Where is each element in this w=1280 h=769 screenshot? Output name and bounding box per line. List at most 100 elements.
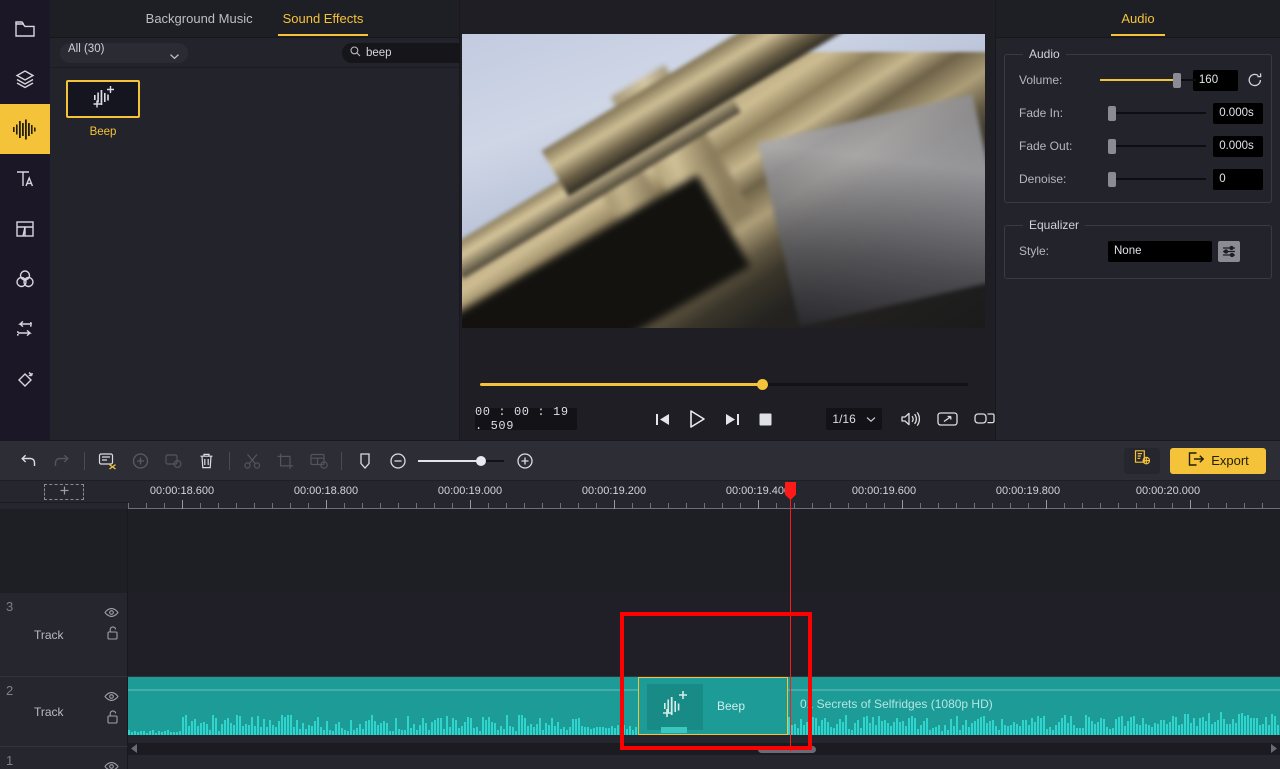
marker-button[interactable]: [348, 441, 381, 481]
text-icon: [12, 166, 38, 192]
layout-button[interactable]: [302, 441, 335, 481]
track-header-2[interactable]: 2 Track: [0, 677, 128, 747]
ruler-label: 00:00:19.000: [437, 485, 503, 497]
scroll-left-icon[interactable]: [131, 740, 138, 758]
color-circles-icon: [12, 266, 38, 292]
preview-panel: 00 : 00 : 19 . 509 1/16: [460, 0, 995, 440]
prev-frame-button[interactable]: [654, 412, 671, 427]
transport-buttons: [654, 409, 773, 429]
playback-rate-select[interactable]: 1/16: [826, 408, 882, 430]
redo-button[interactable]: [45, 441, 78, 481]
crop-button[interactable]: [269, 441, 302, 481]
snapshot-button[interactable]: [974, 411, 995, 427]
sidebar-item-audio[interactable]: [0, 104, 50, 154]
fade-in-row: Fade In: 0.000s: [1013, 102, 1264, 124]
fade-in-value[interactable]: 0.000s: [1213, 102, 1264, 124]
stop-button[interactable]: [758, 412, 773, 427]
volume-slider[interactable]: [1098, 69, 1197, 91]
unlock-icon[interactable]: [106, 626, 119, 645]
undo-button[interactable]: [12, 441, 45, 481]
lane-spacer[interactable]: [128, 509, 1280, 593]
volume-value[interactable]: 160: [1192, 69, 1238, 91]
sidebar-item-filters[interactable]: [0, 254, 50, 304]
next-frame-button[interactable]: [724, 412, 741, 427]
sidebar-item-media-library[interactable]: [0, 4, 50, 54]
equalizer-style-select[interactable]: None: [1108, 240, 1212, 262]
player-controls: 00 : 00 : 19 . 509 1/16: [460, 403, 995, 435]
tab-sound-effects[interactable]: Sound Effects: [277, 3, 369, 36]
ruler-label: 00:00:20.000: [1135, 485, 1201, 497]
fade-in-slider[interactable]: [1107, 102, 1208, 124]
fade-out-slider-handle[interactable]: [1107, 139, 1116, 154]
zoom-out-button[interactable]: [381, 441, 414, 481]
category-filter[interactable]: All (30): [60, 42, 188, 63]
reset-icon[interactable]: [1247, 72, 1263, 88]
lane-track-2[interactable]: 01 Secrets of Selfridges (1080p HD) Beep: [128, 677, 1280, 747]
timeline-zoom-slider[interactable]: [418, 441, 504, 481]
fade-in-label: Fade In:: [1019, 106, 1064, 120]
eye-icon[interactable]: [104, 605, 119, 623]
search-input[interactable]: [366, 46, 470, 59]
sidebar-item-motion[interactable]: [0, 354, 50, 404]
project-settings-button[interactable]: [1124, 447, 1160, 474]
category-filter-value[interactable]: All (30): [60, 42, 188, 63]
timeline-body: 3 Track 2 Track 1 01 Secrets of Selfridg…: [0, 509, 1280, 769]
denoise-slider-handle[interactable]: [1107, 172, 1116, 187]
search-box[interactable]: [342, 42, 476, 63]
sidebar-item-effects[interactable]: [0, 54, 50, 104]
asset-thumbnail[interactable]: [66, 80, 140, 118]
play-button[interactable]: [688, 409, 707, 429]
denoise-slider[interactable]: [1107, 168, 1208, 190]
fullscreen-button[interactable]: [937, 411, 958, 427]
left-icon-rail: [0, 0, 50, 440]
fade-out-slider[interactable]: [1107, 135, 1208, 157]
video-preview[interactable]: [462, 34, 985, 328]
volume-button[interactable]: [900, 411, 921, 427]
ruler-label: 00:00:19.400: [725, 485, 791, 497]
fade-in-slider-handle[interactable]: [1107, 106, 1116, 121]
eye-icon[interactable]: [104, 759, 119, 769]
lane-track-3[interactable]: [128, 593, 1280, 677]
asset-item-beep[interactable]: Beep: [64, 80, 142, 138]
volume-slider-handle[interactable]: [1173, 73, 1182, 88]
export-button[interactable]: Export: [1170, 447, 1266, 474]
duplicate-button[interactable]: [157, 441, 190, 481]
ruler-label: 00:00:18.600: [149, 485, 215, 497]
add-track-button[interactable]: [44, 484, 84, 500]
eye-icon[interactable]: [104, 689, 119, 707]
sidebar-item-split-screen[interactable]: [0, 204, 50, 254]
beep-clip-label: Beep: [717, 699, 746, 713]
volume-label: Volume:: [1019, 73, 1063, 87]
sidebar-item-titles[interactable]: [0, 154, 50, 204]
timeline-hscrollbar[interactable]: [128, 743, 1280, 755]
split-button[interactable]: [236, 441, 269, 481]
split-screen-icon: [12, 216, 38, 242]
timeline-ruler[interactable]: 00:00:18.600 00:00:18.800 00:00:19.000 0…: [128, 481, 1280, 509]
zoom-in-button[interactable]: [508, 441, 541, 481]
toolbar-separator-3: [341, 451, 342, 470]
fade-out-slider-track: [1109, 145, 1206, 147]
seek-track[interactable]: [480, 379, 968, 390]
delete-button[interactable]: [190, 441, 223, 481]
denoise-value[interactable]: 0: [1213, 168, 1264, 190]
add-marker-button[interactable]: [124, 441, 157, 481]
tab-background-music[interactable]: Background Music: [144, 3, 255, 35]
beep-clip[interactable]: Beep: [638, 677, 788, 735]
zoom-slider-handle[interactable]: [476, 455, 486, 466]
asset-label: Beep: [89, 126, 117, 138]
equalizer-sliders-icon[interactable]: [1218, 240, 1240, 262]
seek-handle[interactable]: [757, 379, 768, 390]
seek-bar[interactable]: [460, 375, 995, 399]
chevron-down-icon: [866, 412, 876, 426]
scroll-right-icon[interactable]: [1270, 740, 1277, 758]
tab-audio[interactable]: Audio: [1111, 3, 1165, 36]
sidebar-item-transitions[interactable]: [0, 304, 50, 354]
track-header-1[interactable]: 1 Track: [0, 747, 128, 769]
equalizer-style-label: Style:: [1019, 244, 1050, 258]
unlock-icon[interactable]: [106, 710, 119, 729]
track-header-3[interactable]: 3 Track: [0, 593, 128, 677]
fade-in-slider-track: [1109, 112, 1206, 114]
hscrollbar-thumb[interactable]: [758, 745, 816, 753]
fade-out-value[interactable]: 0.000s: [1213, 135, 1264, 157]
remove-silence-button[interactable]: [91, 441, 124, 481]
